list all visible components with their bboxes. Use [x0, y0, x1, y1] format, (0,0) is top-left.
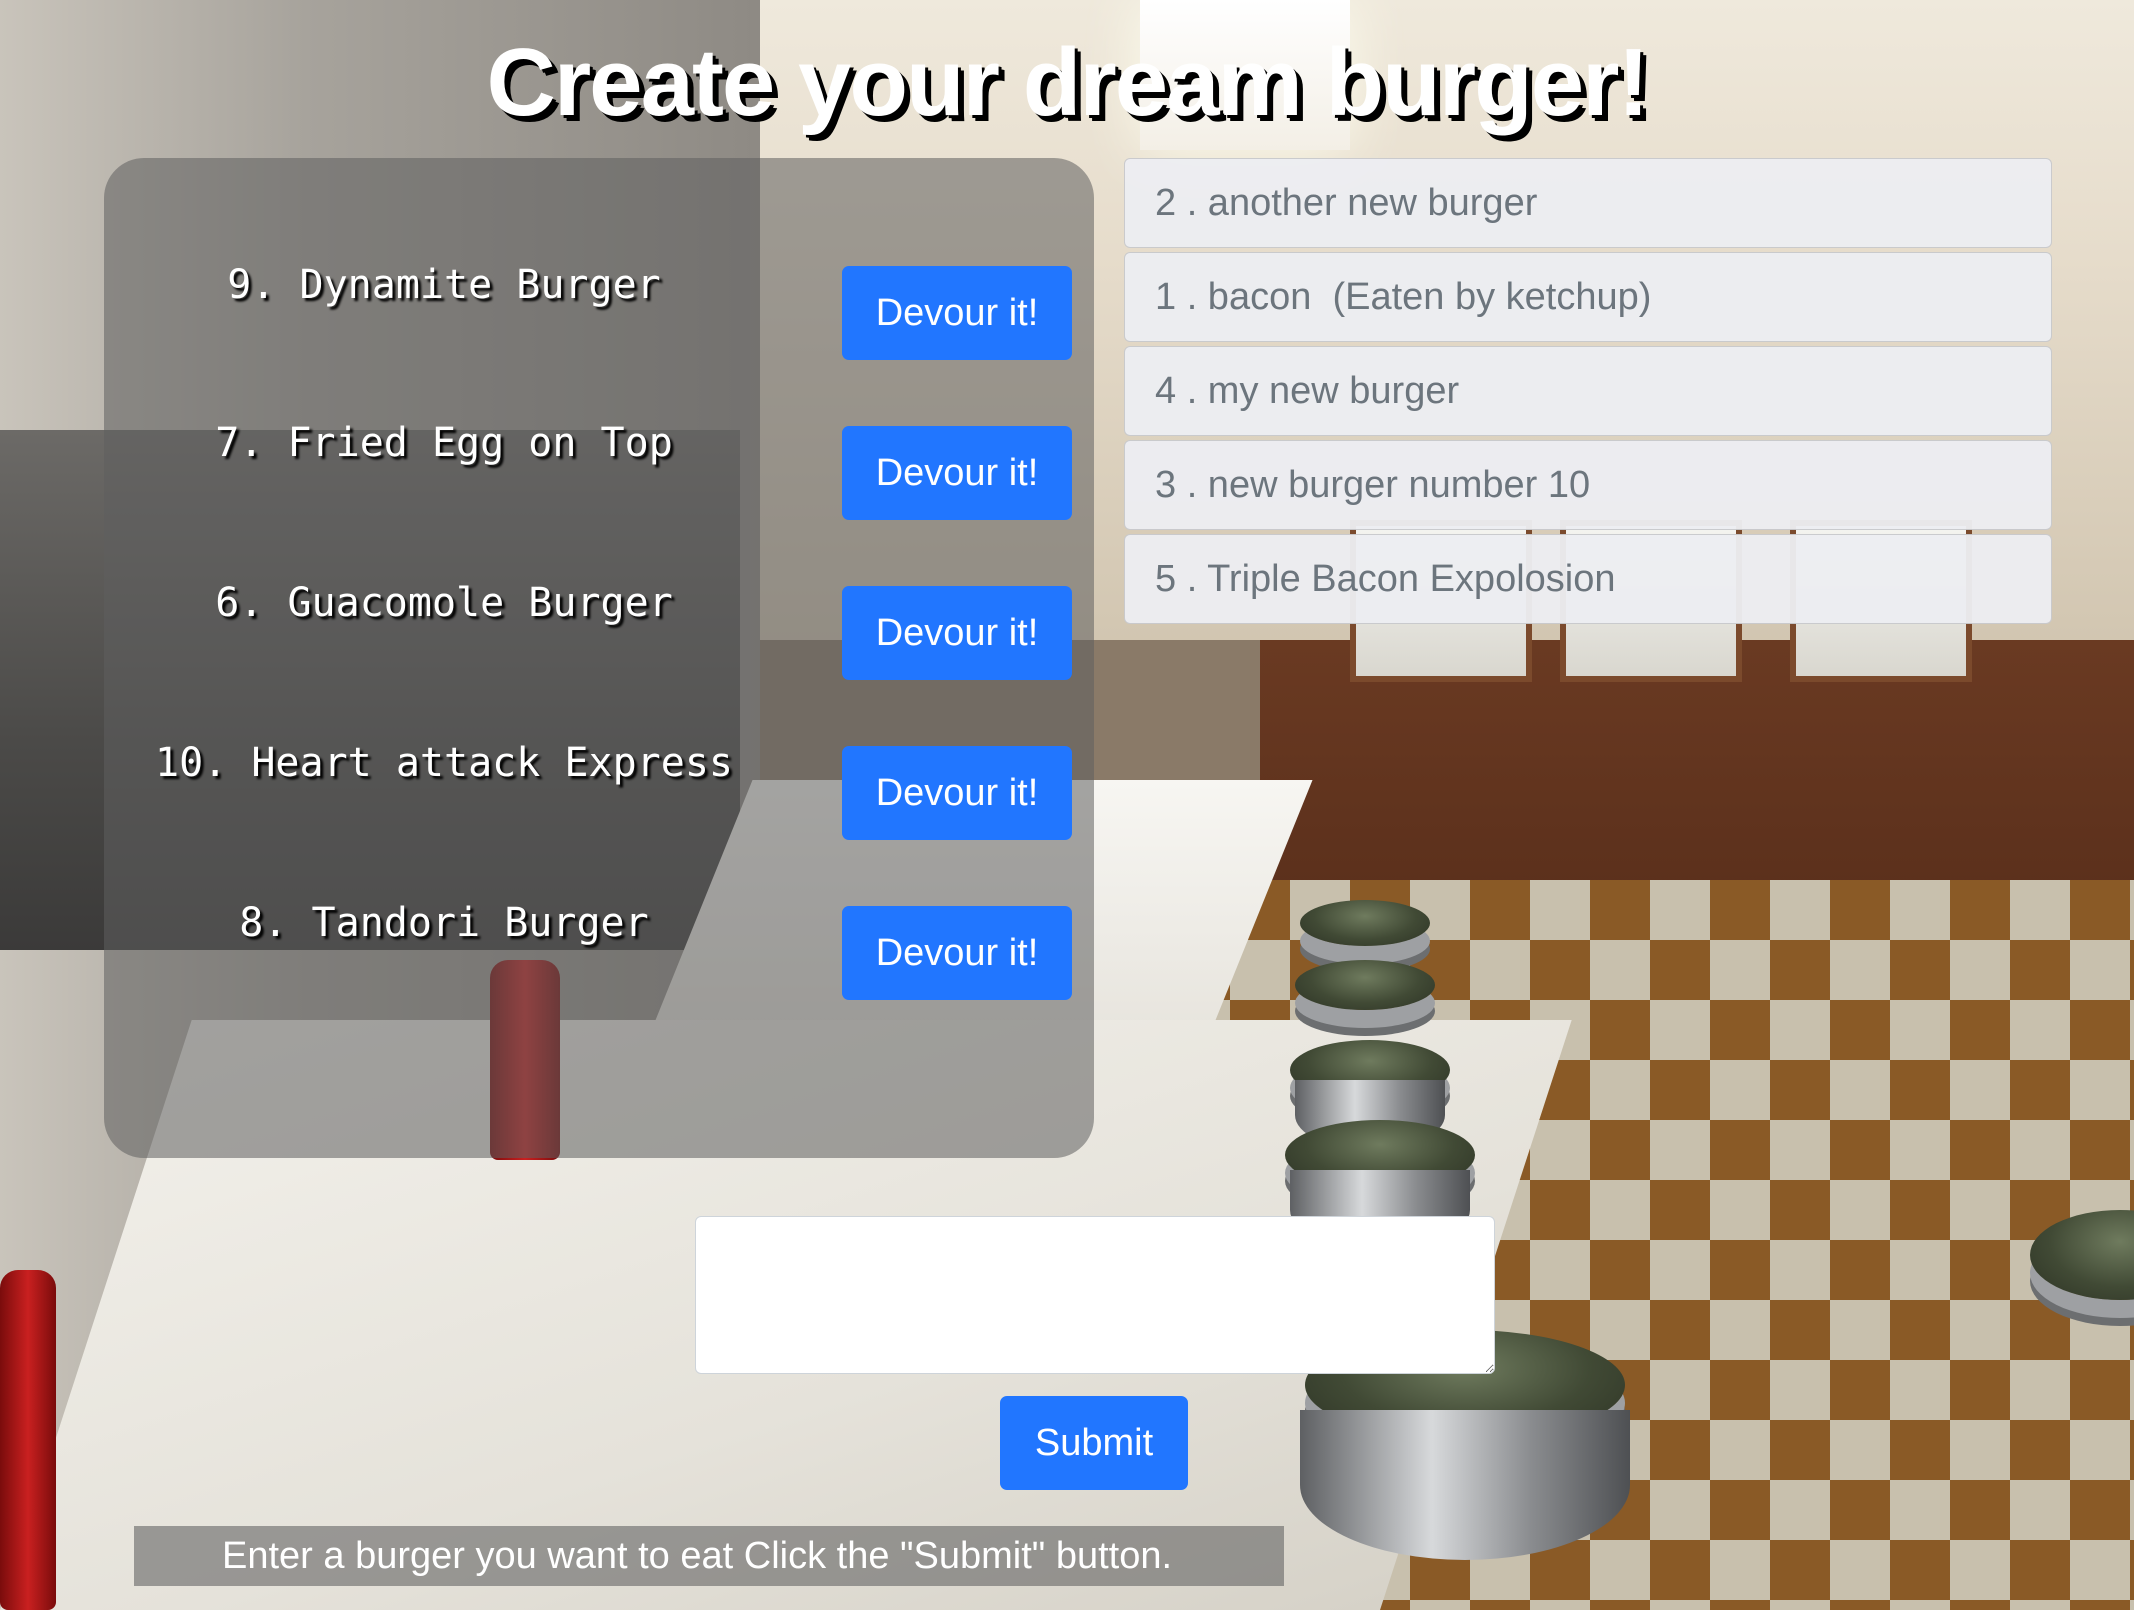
burger-row: 7. Fried Egg on Top Devour it! [104, 420, 1094, 520]
burger-name: 10. Heart attack Express [155, 740, 733, 786]
list-item: 5 . Triple Bacon Expolosion [1124, 534, 2052, 624]
stool-base [1300, 1410, 1630, 1560]
instructions-text: Enter a burger you want to eat Click the… [134, 1526, 1284, 1586]
list-item: 1 . bacon (Eaten by ketchup) [1124, 252, 2052, 342]
devour-button[interactable]: Devour it! [842, 426, 1072, 520]
stool [1295, 960, 1435, 1010]
eaten-burgers-list: 2 . another new burger 1 . bacon (Eaten … [1124, 158, 2052, 628]
page-title: Create your dream burger! [486, 29, 1649, 136]
devour-button[interactable]: Devour it! [842, 586, 1072, 680]
submit-button[interactable]: Submit [1000, 1396, 1188, 1490]
burger-name: 7. Fried Egg on Top [215, 420, 673, 466]
burger-row: 6. Guacomole Burger Devour it! [104, 580, 1094, 680]
list-item: 4 . my new burger [1124, 346, 2052, 436]
uneaten-burgers-panel: 9. Dynamite Burger Devour it! 7. Fried E… [104, 158, 1094, 1158]
devour-button[interactable]: Devour it! [842, 266, 1072, 360]
burger-name: 6. Guacomole Burger [215, 580, 673, 626]
burger-row: 10. Heart attack Express Devour it! [104, 740, 1094, 840]
burger-row: 8. Tandori Burger Devour it! [104, 900, 1094, 1000]
burger-name-input[interactable] [695, 1216, 1495, 1374]
ketchup-bottle [0, 1270, 56, 1610]
burger-row: 9. Dynamite Burger Devour it! [104, 262, 1094, 362]
burger-name: 8. Tandori Burger [239, 900, 649, 946]
devour-button[interactable]: Devour it! [842, 746, 1072, 840]
devour-button[interactable]: Devour it! [842, 906, 1072, 1000]
stool [1300, 900, 1430, 946]
list-item: 3 . new burger number 10 [1124, 440, 2052, 530]
list-item: 2 . another new burger [1124, 158, 2052, 248]
burger-name: 9. Dynamite Burger [227, 262, 661, 308]
